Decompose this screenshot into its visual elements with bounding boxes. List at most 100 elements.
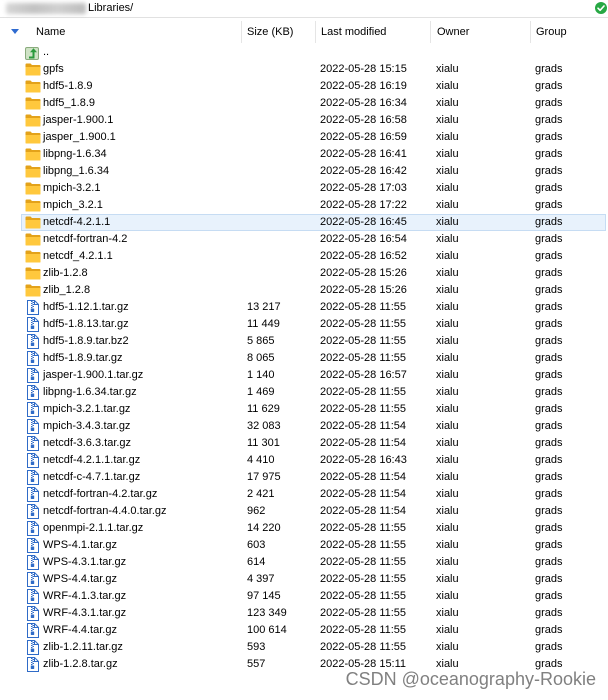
row-group: grads: [535, 63, 563, 75]
row-last-modified: 2022-05-28 11:54: [320, 437, 407, 449]
address-bar[interactable]: Libraries/: [0, 0, 608, 18]
row-name: WRF-4.4.tar.gz: [43, 624, 117, 636]
archive-file-icon: [25, 639, 41, 656]
folder-icon: [25, 78, 41, 95]
folder-icon: [25, 265, 41, 282]
column-header-size[interactable]: Size (KB): [241, 21, 315, 43]
folder-row[interactable]: jasper_1.900.1 2022-05-28 16:59 xialu gr…: [0, 129, 608, 146]
folder-row[interactable]: netcdf-4.2.1.1 2022-05-28 16:45 xialu gr…: [0, 214, 608, 231]
file-row[interactable]: WRF-4.4.tar.gz 100 614 2022-05-28 11:55 …: [0, 622, 608, 639]
folder-icon: [25, 214, 41, 231]
file-row[interactable]: hdf5-1.8.13.tar.gz 11 449 2022-05-28 11:…: [0, 316, 608, 333]
row-group: grads: [535, 182, 563, 194]
file-row[interactable]: jasper-1.900.1.tar.gz 1 140 2022-05-28 1…: [0, 367, 608, 384]
row-owner: xialu: [436, 233, 459, 245]
row-name: WRF-4.1.3.tar.gz: [43, 590, 127, 602]
row-owner: xialu: [436, 165, 459, 177]
folder-icon: [25, 146, 41, 163]
file-row[interactable]: netcdf-4.2.1.1.tar.gz 4 410 2022-05-28 1…: [0, 452, 608, 469]
row-name: openmpi-2.1.1.tar.gz: [43, 522, 144, 534]
row-name: hdf5_1.8.9: [43, 97, 95, 109]
file-row[interactable]: zlib-1.2.11.tar.gz 593 2022-05-28 11:55 …: [0, 639, 608, 656]
row-last-modified: 2022-05-28 11:55: [320, 539, 407, 551]
column-header-label: Size (KB): [247, 26, 294, 38]
row-name: gpfs: [43, 63, 64, 75]
file-row[interactable]: WPS-4.3.1.tar.gz 614 2022-05-28 11:55 xi…: [0, 554, 608, 571]
row-name: libpng-1.6.34.tar.gz: [43, 386, 137, 398]
row-size: 5 865: [247, 335, 275, 347]
row-owner: xialu: [436, 301, 459, 313]
row-last-modified: 2022-05-28 11:54: [320, 505, 407, 517]
row-last-modified: 2022-05-28 11:54: [320, 420, 407, 432]
file-row[interactable]: WPS-4.4.tar.gz 4 397 2022-05-28 11:55 xi…: [0, 571, 608, 588]
column-header-name[interactable]: Name: [0, 21, 241, 43]
row-owner: xialu: [436, 131, 459, 143]
column-header-label: Name: [36, 26, 66, 38]
folder-row[interactable]: netcdf_4.2.1.1 2022-05-28 16:52 xialu gr…: [0, 248, 608, 265]
row-size: 4 410: [247, 454, 275, 466]
archive-file-icon: [25, 520, 41, 537]
file-row[interactable]: hdf5-1.8.9.tar.bz2 5 865 2022-05-28 11:5…: [0, 333, 608, 350]
folder-row[interactable]: gpfs 2022-05-28 15:15 xialu grads: [0, 61, 608, 78]
row-owner: xialu: [436, 437, 459, 449]
row-size: 2 421: [247, 488, 275, 500]
row-group: grads: [535, 403, 563, 415]
folder-icon: [25, 231, 41, 248]
file-row[interactable]: netcdf-fortran-4.4.0.tar.gz 962 2022-05-…: [0, 503, 608, 520]
folder-row[interactable]: hdf5-1.8.9 2022-05-28 16:19 xialu grads: [0, 78, 608, 95]
archive-file-icon: [25, 503, 41, 520]
column-header-owner[interactable]: Owner: [430, 21, 530, 43]
file-row[interactable]: netcdf-c-4.7.1.tar.gz 17 975 2022-05-28 …: [0, 469, 608, 486]
folder-row[interactable]: netcdf-fortran-4.2 2022-05-28 16:54 xial…: [0, 231, 608, 248]
column-header-group[interactable]: Group: [530, 21, 608, 43]
folder-row[interactable]: mpich-3.2.1 2022-05-28 17:03 xialu grads: [0, 180, 608, 197]
folder-row[interactable]: zlib-1.2.8 2022-05-28 15:26 xialu grads: [0, 265, 608, 282]
row-name: netcdf-3.6.3.tar.gz: [43, 437, 132, 449]
file-row[interactable]: openmpi-2.1.1.tar.gz 14 220 2022-05-28 1…: [0, 520, 608, 537]
file-row[interactable]: WRF-4.1.3.tar.gz 97 145 2022-05-28 11:55…: [0, 588, 608, 605]
row-last-modified: 2022-05-28 11:55: [320, 573, 407, 585]
row-owner: xialu: [436, 369, 459, 381]
column-header-last-modified[interactable]: Last modified: [315, 21, 430, 43]
folder-row[interactable]: zlib_1.2.8 2022-05-28 15:26 xialu grads: [0, 282, 608, 299]
row-last-modified: 2022-05-28 11:55: [320, 590, 407, 602]
parent-directory-row[interactable]: ..: [0, 44, 608, 61]
file-row[interactable]: hdf5-1.8.9.tar.gz 8 065 2022-05-28 11:55…: [0, 350, 608, 367]
row-owner: xialu: [436, 573, 459, 585]
archive-file-icon: [25, 554, 41, 571]
row-owner: xialu: [436, 471, 459, 483]
row-last-modified: 2022-05-28 16:54: [320, 233, 407, 245]
row-owner: xialu: [436, 420, 459, 432]
row-group: grads: [535, 471, 563, 483]
folder-row[interactable]: jasper-1.900.1 2022-05-28 16:58 xialu gr…: [0, 112, 608, 129]
file-row[interactable]: mpich-3.4.3.tar.gz 32 083 2022-05-28 11:…: [0, 418, 608, 435]
folder-row[interactable]: mpich_3.2.1 2022-05-28 17:22 xialu grads: [0, 197, 608, 214]
folder-icon: [25, 163, 41, 180]
row-owner: xialu: [436, 216, 459, 228]
archive-file-icon: [25, 452, 41, 469]
file-row[interactable]: netcdf-3.6.3.tar.gz 11 301 2022-05-28 11…: [0, 435, 608, 452]
file-row[interactable]: libpng-1.6.34.tar.gz 1 469 2022-05-28 11…: [0, 384, 608, 401]
row-owner: xialu: [436, 267, 459, 279]
file-row[interactable]: netcdf-fortran-4.2.tar.gz 2 421 2022-05-…: [0, 486, 608, 503]
file-row[interactable]: WRF-4.3.1.tar.gz 123 349 2022-05-28 11:5…: [0, 605, 608, 622]
row-owner: xialu: [436, 590, 459, 602]
row-size: 11 629: [247, 403, 280, 415]
row-last-modified: 2022-05-28 11:54: [320, 488, 407, 500]
file-row[interactable]: hdf5-1.12.1.tar.gz 13 217 2022-05-28 11:…: [0, 299, 608, 316]
column-header-label: Owner: [437, 26, 470, 38]
folder-row[interactable]: libpng_1.6.34 2022-05-28 16:42 xialu gra…: [0, 163, 608, 180]
check-circle-icon[interactable]: [595, 2, 607, 14]
row-last-modified: 2022-05-28 16:41: [320, 148, 407, 160]
row-group: grads: [535, 352, 563, 364]
folder-row[interactable]: hdf5_1.8.9 2022-05-28 16:34 xialu grads: [0, 95, 608, 112]
archive-file-icon: [25, 316, 41, 333]
row-group: grads: [535, 454, 563, 466]
file-row[interactable]: mpich-3.2.1.tar.gz 11 629 2022-05-28 11:…: [0, 401, 608, 418]
file-row[interactable]: WPS-4.1.tar.gz 603 2022-05-28 11:55 xial…: [0, 537, 608, 554]
row-owner: xialu: [436, 539, 459, 551]
row-name: jasper_1.900.1: [43, 131, 116, 143]
folder-icon: [25, 129, 41, 146]
row-owner: xialu: [436, 97, 459, 109]
folder-row[interactable]: libpng-1.6.34 2022-05-28 16:41 xialu gra…: [0, 146, 608, 163]
